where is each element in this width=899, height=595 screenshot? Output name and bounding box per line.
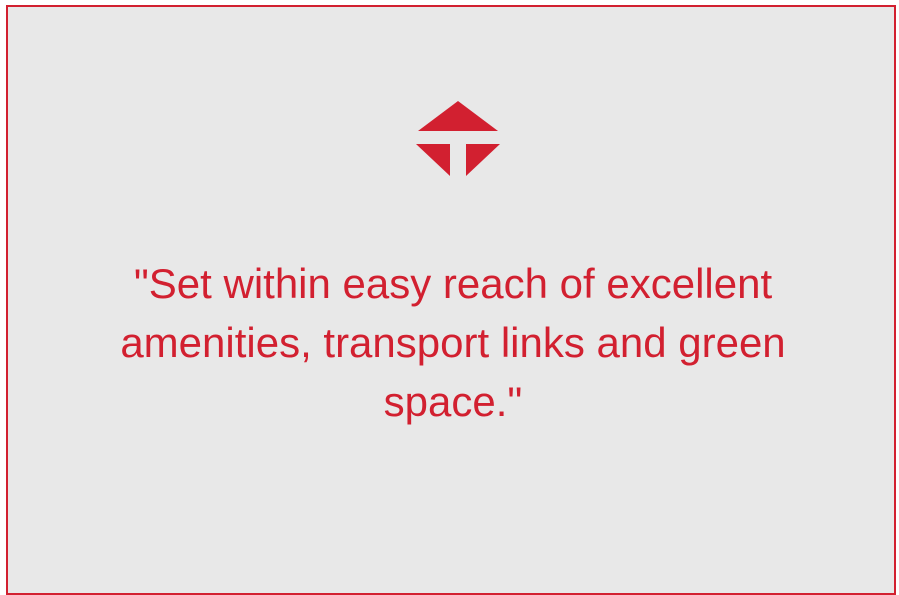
quote-card: "Set within easy reach of excellent amen…	[6, 5, 896, 595]
brand-logo-icon	[413, 101, 503, 183]
quote-text: "Set within easy reach of excellent amen…	[120, 260, 786, 425]
